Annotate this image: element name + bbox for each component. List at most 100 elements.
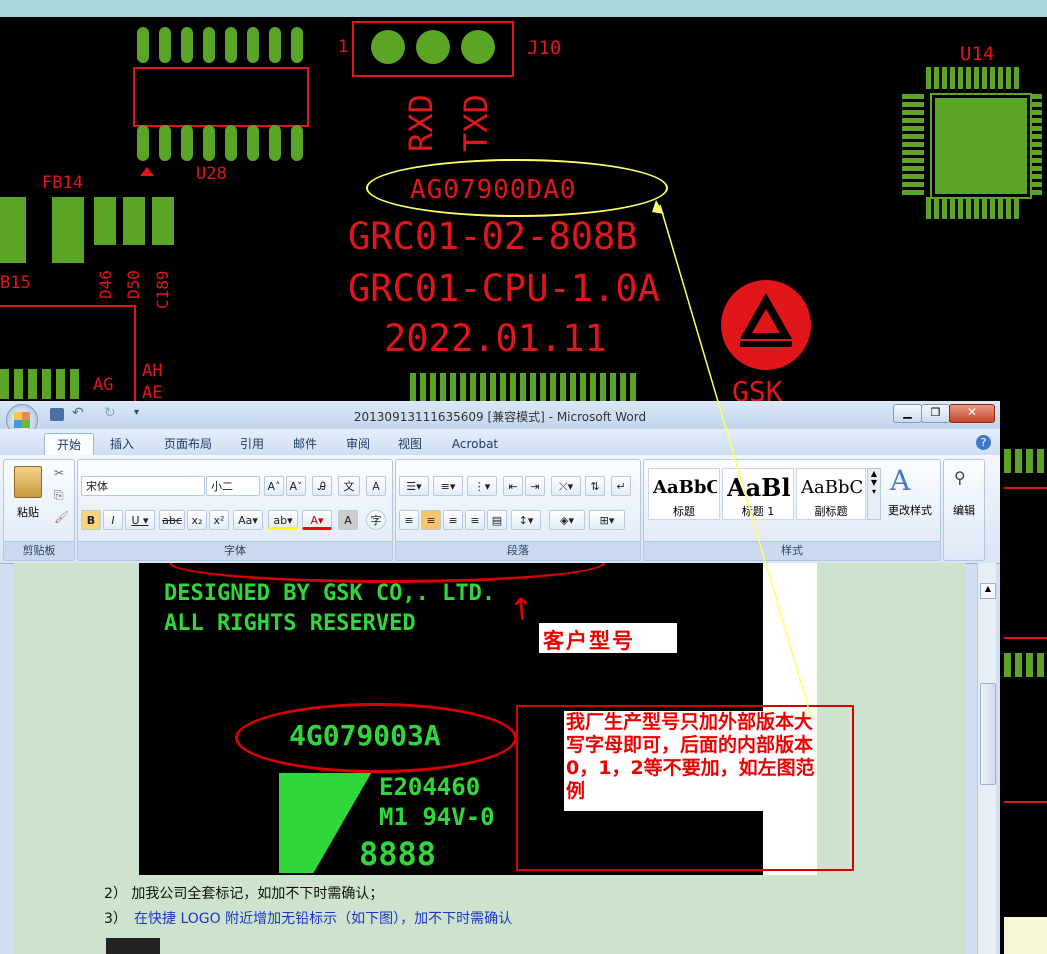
bullets-button[interactable]: ☰▾ (399, 476, 429, 496)
board-line-1: GRC01-02-808B (348, 215, 638, 258)
style-subtitle[interactable]: AaBbC 副标题 (796, 468, 866, 520)
enclose-char-icon[interactable]: 字 (366, 510, 386, 530)
fb15-pad (0, 197, 26, 263)
style-title[interactable]: AaBbC 标题 (648, 468, 720, 520)
u28-pad (203, 27, 215, 63)
bold-button[interactable]: B (81, 510, 101, 530)
char-shading-icon[interactable]: A (338, 510, 358, 530)
align-left-button[interactable]: ≡ (399, 510, 419, 530)
rxd-label: RXD (402, 94, 440, 152)
styles-group-label: 样式 (644, 541, 940, 560)
restore-button[interactable]: ❐ (921, 404, 950, 423)
font-size-select[interactable]: 小二 (206, 476, 260, 496)
paste-button[interactable]: 粘贴 (10, 504, 46, 520)
char-border-icon[interactable]: A (366, 476, 386, 496)
format-painter-icon[interactable]: 🖌 (54, 510, 69, 524)
connector-pads (410, 373, 636, 401)
editing-button[interactable]: 编辑 (944, 502, 984, 518)
u28-pad (225, 27, 237, 63)
increase-indent-icon[interactable]: ⇥ (525, 476, 545, 496)
change-styles-icon: A (890, 464, 911, 497)
tab-references[interactable]: 引用 (230, 433, 274, 455)
numbering-button[interactable]: ≡▾ (433, 476, 463, 496)
shrink-font-icon[interactable]: A˅ (286, 476, 306, 496)
strikethrough-button[interactable]: abc (159, 510, 185, 530)
tab-insert[interactable]: 插入 (100, 433, 144, 455)
tab-page-layout[interactable]: 页面布局 (155, 433, 221, 455)
ribbon-tabs: 开始 插入 页面布局 引用 邮件 审阅 视图 Acrobat ? (0, 429, 1000, 456)
font-group: 宋体 小二 A˄ A˅ Ꭿ 文 A B I U ▾ abc x₂ x² Aa▾ … (77, 459, 393, 561)
title-bar: ↶ ↻ ▾ 20130913111635609 [兼容模式] - Microso… (0, 401, 1000, 436)
tab-mailings[interactable]: 邮件 (283, 433, 327, 455)
italic-button[interactable]: I (103, 510, 123, 530)
pinyin-icon[interactable]: 文 (338, 476, 360, 496)
help-icon[interactable]: ? (976, 435, 991, 450)
clipboard-group-label: 剪贴板 (4, 541, 74, 560)
copy-icon[interactable]: ⎘ (54, 488, 64, 503)
j10-pin (371, 30, 405, 64)
asian-layout-button[interactable]: ⤬▾ (551, 476, 581, 496)
document-page: DESIGNED BY GSK CO,. LTD. ALL RIGHTS RES… (14, 563, 966, 954)
word-window: ↶ ↻ ▾ 20130913111635609 [兼容模式] - Microso… (0, 401, 1000, 954)
borders-button[interactable]: ⊞▾ (589, 510, 625, 530)
u28-pad (137, 27, 149, 63)
binoculars-icon: ⚲ (954, 468, 966, 487)
cut-icon[interactable]: ✂ (54, 466, 64, 480)
image-cert-1: E204460 (379, 773, 481, 801)
image-code: 4G079003A (289, 719, 441, 752)
tab-view[interactable]: 视图 (388, 433, 432, 455)
change-styles-button[interactable]: 更改样式 (884, 502, 936, 518)
editing-group: ⚲ 编辑 (943, 459, 985, 561)
clipboard-group: 粘贴 ✂ ⎘ 🖌 剪贴板 (3, 459, 75, 561)
superscript-button[interactable]: x² (209, 510, 229, 530)
edge-line (1004, 487, 1047, 489)
tab-review[interactable]: 审阅 (336, 433, 380, 455)
style-title-preview: AaBbC (653, 477, 717, 498)
styles-scroll[interactable]: ▲ ▼ ▾ (867, 468, 881, 520)
board-line-2: GRC01-CPU-1.0A (348, 267, 660, 310)
show-marks-icon[interactable]: ↵ (611, 476, 631, 496)
u28-pad (291, 27, 303, 63)
align-center-button[interactable]: ≡ (421, 510, 441, 530)
distribute-button[interactable]: ▤ (487, 510, 507, 530)
subscript-button[interactable]: x₂ (187, 510, 207, 530)
underline-button[interactable]: U ▾ (125, 510, 155, 530)
u28-pad (225, 125, 237, 161)
decrease-indent-icon[interactable]: ⇤ (503, 476, 523, 496)
sort-icon[interactable]: ⇅ (585, 476, 605, 496)
u28-pad (269, 27, 281, 63)
style-heading-1[interactable]: AaBl 标题 1 (722, 468, 794, 520)
u28-pad (181, 27, 193, 63)
minimize-button[interactable]: ▁ (893, 404, 922, 423)
image-number: 8888 (359, 835, 437, 873)
txd-label: TXD (457, 94, 495, 152)
font-color-button[interactable]: A▾ (302, 510, 332, 530)
font-name-select[interactable]: 宋体 (81, 476, 205, 496)
fb14-pad (52, 197, 84, 263)
tab-acrobat[interactable]: Acrobat (444, 433, 506, 455)
align-right-button[interactable]: ≡ (443, 510, 463, 530)
multilevel-list-button[interactable]: ⋮▾ (467, 476, 497, 496)
edge-pads (1004, 449, 1047, 473)
paste-icon[interactable] (14, 466, 42, 498)
highlight-color-button[interactable]: ab▾ (268, 510, 298, 530)
grow-font-icon[interactable]: A˄ (264, 476, 284, 496)
ah-label: AH (142, 361, 163, 381)
close-button[interactable]: ✕ (949, 404, 995, 423)
c189-label: C189 (153, 270, 172, 309)
b15-label: B15 (0, 273, 31, 293)
clear-format-icon[interactable]: Ꭿ (312, 476, 332, 496)
j10-pin (416, 30, 450, 64)
line-spacing-button[interactable]: ↕▾ (511, 510, 541, 530)
scroll-thumb[interactable] (980, 683, 996, 785)
u28-pad (181, 125, 193, 161)
font-group-label: 字体 (78, 541, 392, 560)
justify-button[interactable]: ≡ (465, 510, 485, 530)
scroll-up-button[interactable]: ▲ (980, 583, 996, 599)
change-case-button[interactable]: Aa▾ (233, 510, 263, 530)
customer-model-label: 客户型号 (543, 629, 635, 653)
shading-button[interactable]: ◈▾ (549, 510, 585, 530)
styles-group: AaBbC 标题 AaBl 标题 1 AaBbC 副标题 ▲ ▼ ▾ A 更改样式 … (643, 459, 941, 561)
tab-home[interactable]: 开始 (44, 433, 94, 456)
vertical-scrollbar[interactable]: ▲ (977, 563, 996, 954)
